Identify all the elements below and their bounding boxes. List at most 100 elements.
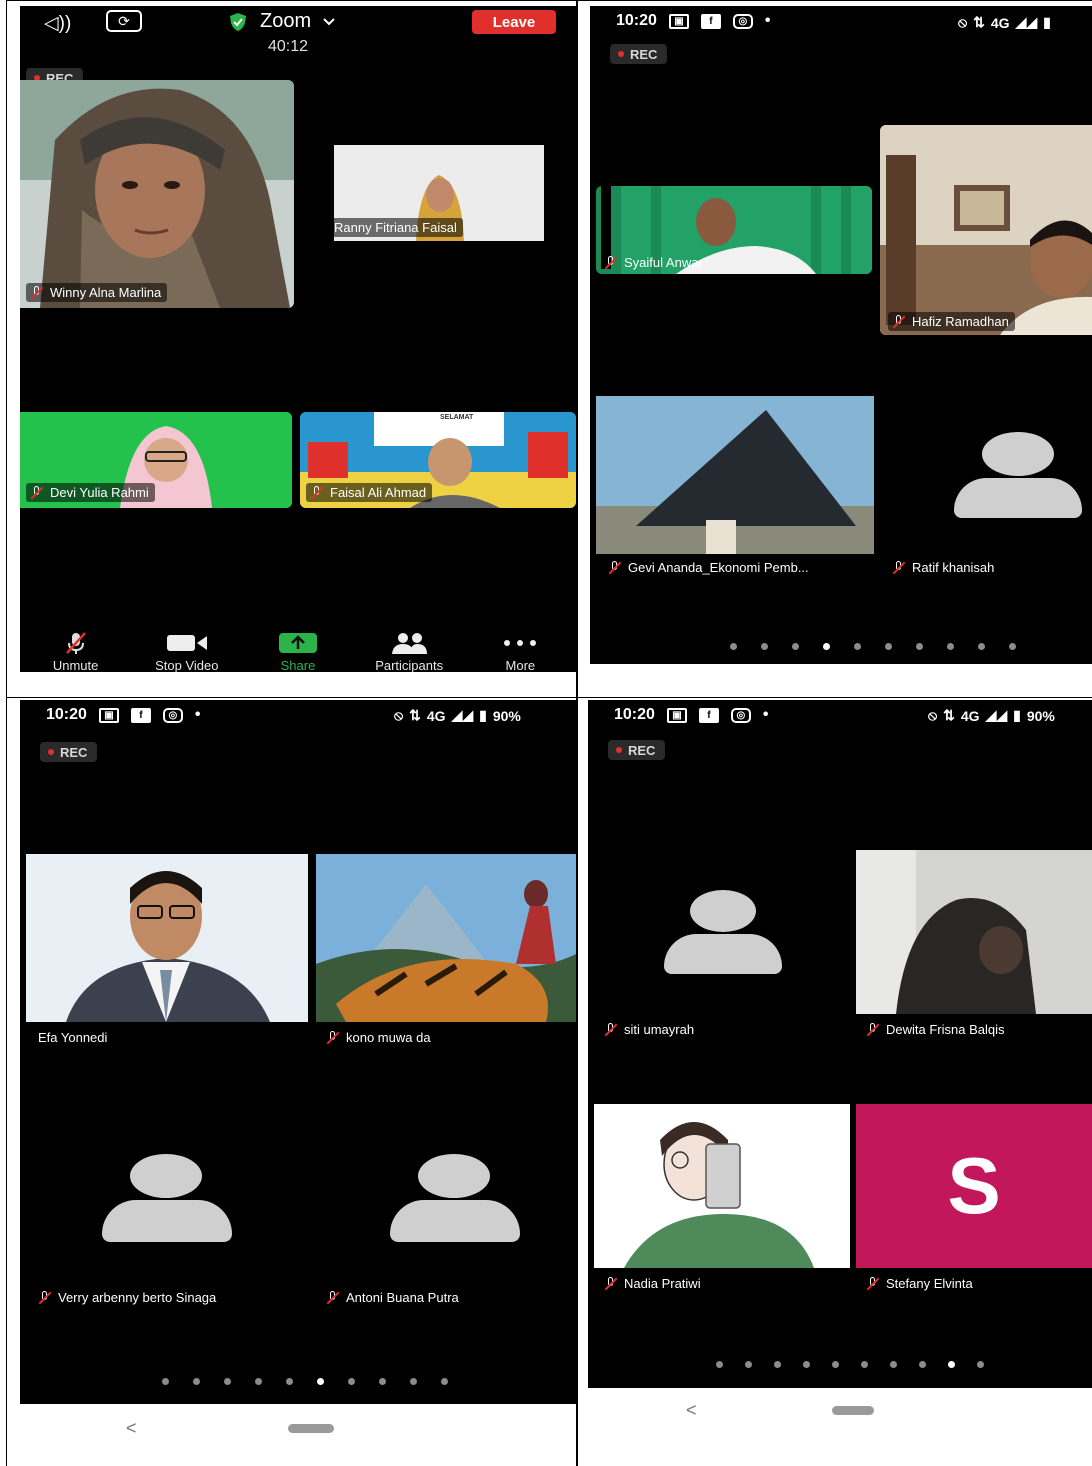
participant-name-tag: Efa Yonnedi — [38, 1030, 107, 1045]
participants-button[interactable]: Participants — [359, 632, 459, 672]
more-notifications-dot-icon: • — [762, 706, 769, 723]
participant-name-tag: Dewita Frisna Balqis — [866, 1022, 1005, 1037]
page-dot[interactable] — [317, 1378, 324, 1385]
page-indicator[interactable] — [730, 643, 1016, 650]
home-button[interactable] — [288, 1424, 334, 1433]
page-indicator[interactable] — [716, 1361, 984, 1368]
participant-video-image — [26, 854, 308, 1022]
video-tile-devi[interactable]: Devi Yulia Rahmi — [20, 412, 292, 508]
more-button[interactable]: More — [470, 632, 570, 672]
back-button[interactable]: < — [126, 1418, 137, 1439]
avatar-head-icon — [130, 1154, 202, 1198]
home-button[interactable] — [832, 1406, 874, 1415]
page-dot[interactable] — [162, 1378, 169, 1385]
avatar-placeholder-verry[interactable] — [102, 1154, 232, 1244]
share-button[interactable]: Share — [248, 632, 348, 672]
page-dot[interactable] — [885, 643, 892, 650]
page-indicator[interactable] — [162, 1378, 448, 1385]
toolbar-label: Participants — [375, 658, 444, 672]
page-dot[interactable] — [224, 1378, 231, 1385]
participant-video-image — [880, 125, 1092, 335]
camera-flip-button[interactable]: ⟳ — [106, 10, 142, 32]
data-arrows-icon: ⇅ — [973, 14, 985, 30]
video-tile-faisal[interactable]: SELAMAT Faisal Ali Ahmad — [300, 412, 576, 508]
participants-icon — [392, 633, 428, 654]
page-dot[interactable] — [716, 1361, 723, 1368]
page-dot[interactable] — [761, 643, 768, 650]
video-tile-stefany[interactable]: S — [856, 1104, 1092, 1268]
participant-name: Stefany Elvinta — [886, 1276, 973, 1291]
page-dot[interactable] — [410, 1378, 417, 1385]
participant-name-tag: Ratif khanisah — [892, 560, 994, 575]
page-dot[interactable] — [1009, 643, 1016, 650]
mic-muted-icon — [30, 485, 44, 500]
participant-name: Syaiful Anwar — [624, 255, 703, 270]
back-button[interactable]: < — [686, 1400, 697, 1421]
toolbar-label: More — [505, 658, 536, 672]
page-dot[interactable] — [823, 643, 830, 650]
participant-name-tag: siti umayrah — [604, 1022, 694, 1037]
speaker-button[interactable]: ◁)) — [44, 12, 71, 35]
avatar-body-icon — [664, 934, 782, 974]
page-dot[interactable] — [832, 1361, 839, 1368]
stop-video-button[interactable]: Stop Video — [137, 632, 237, 672]
mic-muted-icon — [604, 1276, 618, 1291]
mic-muted-icon — [326, 1290, 340, 1305]
page-dot[interactable] — [193, 1378, 200, 1385]
page-dot[interactable] — [774, 1361, 781, 1368]
avatar-placeholder-antoni[interactable] — [390, 1154, 520, 1244]
page-dot[interactable] — [255, 1378, 262, 1385]
more-dots-icon — [504, 640, 537, 646]
page-dot[interactable] — [379, 1378, 386, 1385]
video-tile-kono[interactable] — [316, 854, 576, 1022]
mute-notifications-icon: ⦸ — [394, 707, 404, 723]
mic-muted-icon — [866, 1022, 880, 1037]
page-dot[interactable] — [792, 643, 799, 650]
app-title: Zoom — [260, 10, 312, 32]
chevron-down-icon — [323, 17, 335, 25]
page-dot[interactable] — [919, 1361, 926, 1368]
participant-name-tag: Verry arbenny berto Sinaga — [38, 1290, 216, 1305]
page-dot[interactable] — [947, 643, 954, 650]
video-tile-gevi[interactable] — [596, 396, 874, 554]
page-dot[interactable] — [916, 643, 923, 650]
leave-button[interactable]: Leave — [472, 10, 556, 34]
video-tile-nadia[interactable] — [594, 1104, 850, 1268]
page-dot[interactable] — [286, 1378, 293, 1385]
video-tile-winny[interactable]: Winny Alna Marlina — [20, 80, 294, 308]
avatar-placeholder-siti[interactable] — [664, 890, 782, 976]
battery-icon: ▮ — [1013, 707, 1021, 723]
participant-video-image — [316, 854, 576, 1022]
participant-name: Ratif khanisah — [912, 560, 995, 575]
instagram-notification-icon: ◎ — [730, 707, 751, 723]
video-tile-ranny[interactable]: Ranny Fitriana Faisal — [334, 145, 544, 241]
video-tile-efa[interactable] — [26, 854, 308, 1022]
page-dot[interactable] — [803, 1361, 810, 1368]
page-dot[interactable] — [348, 1378, 355, 1385]
shield-check-icon — [230, 12, 246, 31]
rec-label: REC — [60, 744, 88, 760]
meeting-title[interactable]: Zoom — [228, 10, 335, 33]
data-arrows-icon: ⇅ — [409, 707, 421, 723]
unmute-button[interactable]: Unmute — [26, 632, 126, 672]
video-tile-dewita[interactable] — [856, 850, 1092, 1014]
video-tile-hafiz[interactable]: Hafiz Ramadhan — [880, 125, 1092, 335]
page-dot[interactable] — [978, 643, 985, 650]
battery-level: 90% — [1026, 707, 1055, 724]
gallery-notification-icon: ▣ — [666, 707, 687, 723]
page-dot[interactable] — [441, 1378, 448, 1385]
share-arrow-icon — [278, 633, 317, 653]
page-dot[interactable] — [730, 643, 737, 650]
avatar-placeholder-ratif[interactable] — [954, 432, 1084, 522]
mic-muted-icon — [38, 1290, 52, 1305]
page-dot[interactable] — [861, 1361, 868, 1368]
rec-dot-icon — [618, 51, 624, 57]
page-dot[interactable] — [977, 1361, 984, 1368]
table-border-left — [6, 0, 7, 1466]
page-dot[interactable] — [890, 1361, 897, 1368]
video-tile-syaiful[interactable]: Syaiful Anwar — [596, 186, 872, 274]
page-dot[interactable] — [948, 1361, 955, 1368]
mute-notifications-icon: ⦸ — [958, 14, 968, 30]
page-dot[interactable] — [854, 643, 861, 650]
page-dot[interactable] — [745, 1361, 752, 1368]
